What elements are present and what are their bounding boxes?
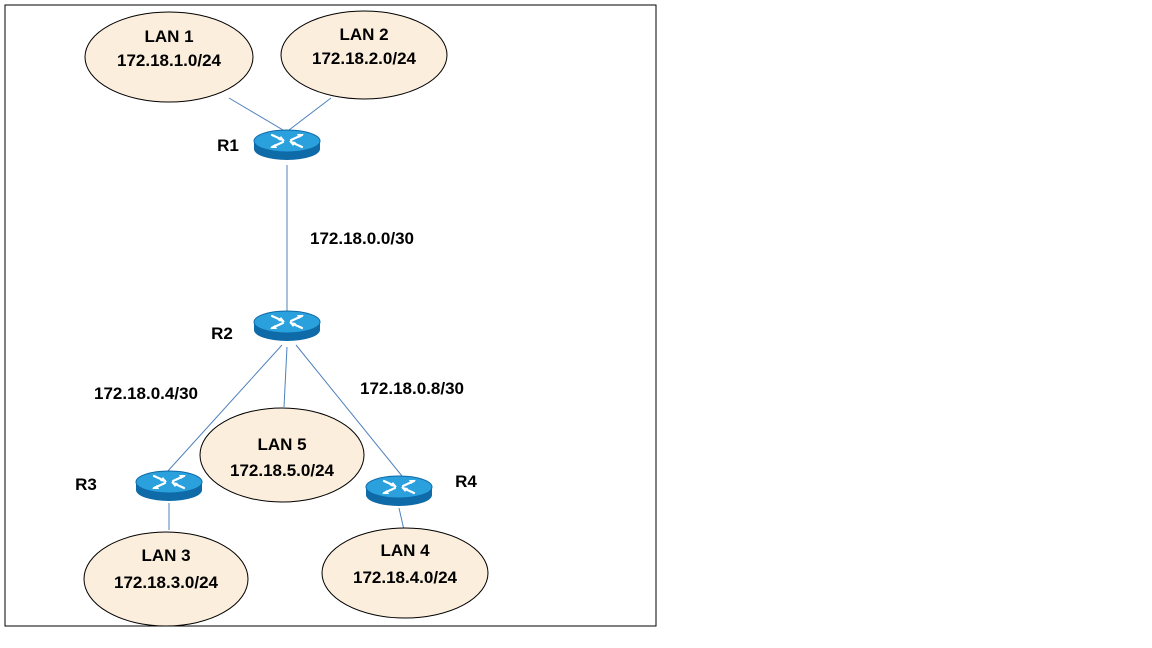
link-r1-r2-label: 172.18.0.0/30 bbox=[310, 229, 414, 248]
network-diagram: LAN 1 172.18.1.0/24 LAN 2 172.18.2.0/24 … bbox=[4, 4, 657, 627]
router-r4-label: R4 bbox=[455, 472, 477, 491]
lan-name: LAN 2 bbox=[339, 25, 388, 44]
lan-name: LAN 3 bbox=[141, 546, 190, 565]
router-r1-icon bbox=[252, 128, 322, 162]
lan-4: LAN 4 172.18.4.0/24 bbox=[321, 527, 489, 619]
router-r2-label: R2 bbox=[211, 324, 233, 343]
lan-5: LAN 5 172.18.5.0/24 bbox=[199, 407, 365, 503]
router-r3-icon bbox=[134, 469, 204, 503]
lan-3: LAN 3 172.18.3.0/24 bbox=[83, 531, 249, 627]
lan-1: LAN 1 172.18.1.0/24 bbox=[84, 11, 254, 103]
router-r4-icon bbox=[364, 474, 434, 508]
lan-name: LAN 5 bbox=[257, 435, 306, 454]
lan-name: LAN 4 bbox=[380, 541, 430, 560]
link-r2-r4-label: 172.18.0.8/30 bbox=[360, 379, 464, 398]
router-r2-icon bbox=[252, 309, 322, 343]
lan-subnet: 172.18.5.0/24 bbox=[230, 461, 335, 480]
lan-subnet: 172.18.4.0/24 bbox=[353, 568, 458, 587]
link-r2-r3-label: 172.18.0.4/30 bbox=[94, 384, 198, 403]
lan-ellipse bbox=[199, 407, 365, 503]
router-r3-label: R3 bbox=[75, 475, 97, 494]
lan-subnet: 172.18.1.0/24 bbox=[117, 51, 222, 70]
lan-subnet: 172.18.3.0/24 bbox=[114, 573, 219, 592]
lan-subnet: 172.18.2.0/24 bbox=[312, 49, 417, 68]
lan-2: LAN 2 172.18.2.0/24 bbox=[280, 10, 448, 100]
lan-name: LAN 1 bbox=[144, 27, 193, 46]
router-r1-label: R1 bbox=[217, 136, 239, 155]
